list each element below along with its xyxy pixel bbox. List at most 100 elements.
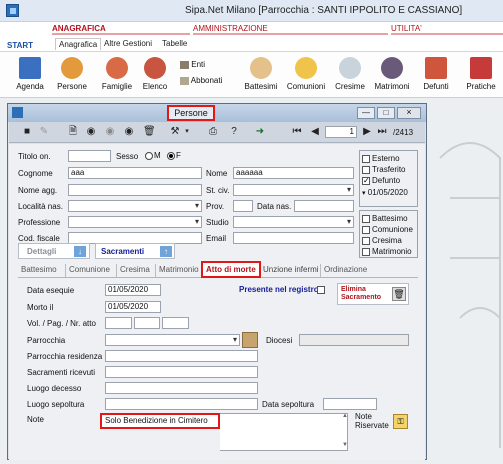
comunione-check[interactable] — [362, 225, 370, 234]
tab-unzione-infermi[interactable]: Unzione infermi — [260, 264, 322, 277]
tab-matrimonio[interactable]: Matrimonio — [155, 264, 202, 277]
chevron-down-icon[interactable]: ▾ — [181, 126, 193, 138]
trasferito-check[interactable] — [362, 165, 370, 174]
parrocchia-residenza-field[interactable] — [105, 350, 258, 362]
presente-registro-checkbox[interactable] — [317, 285, 325, 294]
tab-cresima[interactable]: Cresima — [116, 264, 153, 277]
exit-icon[interactable]: ➜ — [254, 126, 266, 138]
defunto-checkbox[interactable]: Defunto — [362, 176, 400, 185]
record-total: /2413 — [393, 128, 414, 137]
data-esequie-field[interactable]: 01/05/2020 — [105, 284, 161, 296]
tab-altre-gestioni[interactable]: Altre Gestioni — [104, 39, 152, 48]
numero-atto-field[interactable] — [162, 317, 189, 329]
esterno-checkbox[interactable]: Esterno — [362, 154, 400, 163]
prev-record-icon[interactable]: ◀ — [309, 126, 321, 138]
next-record-icon[interactable]: ▶ — [361, 126, 373, 138]
church-lookup-icon[interactable] — [242, 332, 258, 348]
last-record-icon[interactable]: ⏭ — [376, 126, 388, 138]
scroll-up-icon[interactable]: ▲ — [342, 413, 348, 419]
comunioni-button[interactable]: Comunioni — [284, 52, 328, 97]
stato-civile-select[interactable] — [233, 184, 354, 196]
prov-field[interactable] — [233, 200, 253, 212]
enti-button[interactable]: Enti — [180, 58, 230, 72]
luogo-sepoltura-field[interactable] — [105, 398, 258, 410]
tab-battesimo[interactable]: Battesimo — [18, 264, 60, 277]
elimina-sacramento-button[interactable]: Elimina Sacramento 🗑 — [337, 283, 409, 305]
parrocchia-select[interactable] — [105, 334, 240, 346]
cresima-checkbox[interactable]: Cresima — [362, 236, 402, 245]
trasferito-checkbox[interactable]: Trasferito — [362, 165, 406, 174]
minimize-button[interactable]: — — [357, 107, 375, 119]
stop-icon[interactable]: ■ — [21, 126, 33, 138]
sacramenti-ricevuti-field[interactable] — [105, 366, 258, 378]
new-document-icon[interactable]: 🗎 — [67, 126, 79, 138]
note-field[interactable]: Solo Benedizione in Cimitero — [100, 413, 220, 429]
nome-field[interactable]: aaaaaa — [233, 167, 354, 179]
parrocchia-label: Parrocchia — [27, 336, 66, 345]
cresima-check[interactable] — [362, 236, 370, 245]
abbonati-button[interactable]: Abbonati — [180, 74, 230, 88]
elenco-button[interactable]: Elenco — [133, 52, 177, 97]
data-nascita-field[interactable] — [294, 200, 354, 212]
studio-select[interactable] — [233, 216, 354, 228]
sacramenti-button[interactable]: Sacramenti ↑ — [95, 243, 175, 259]
trash-icon: 🗑 — [392, 287, 406, 301]
titolo-label: Titolo on. — [18, 152, 51, 161]
defunti-button[interactable]: Defunti — [414, 52, 458, 97]
maximize-button[interactable]: □ — [377, 107, 395, 119]
lock-icon[interactable]: ⚿ — [393, 414, 408, 429]
battesimo-checkbox[interactable]: Battesimo — [362, 214, 408, 223]
tools-icon[interactable]: ⚒ — [169, 126, 181, 138]
edit-icon[interactable]: ✎ — [38, 126, 50, 138]
note-textarea[interactable] — [220, 413, 348, 451]
help-icon[interactable]: ? — [228, 126, 240, 138]
titolo-field[interactable] — [68, 150, 111, 162]
pagina-field[interactable] — [134, 317, 160, 329]
find-all-icon[interactable]: ◉ — [123, 126, 135, 138]
battesimo-check[interactable] — [362, 214, 370, 223]
volume-field[interactable] — [105, 317, 132, 329]
delete-icon[interactable]: 🗑 — [143, 126, 156, 138]
close-button[interactable]: × — [397, 107, 421, 119]
sesso-m-radio[interactable]: M — [144, 151, 161, 160]
nome-agg-field[interactable] — [68, 184, 202, 196]
cresime-button[interactable]: Cresime — [328, 52, 372, 97]
data-sepoltura-field[interactable] — [323, 398, 377, 410]
tab-tabelle[interactable]: Tabelle — [162, 39, 187, 48]
dettagli-button[interactable]: Dettagli ↓ — [18, 243, 90, 259]
matrimoni-button[interactable]: Matrimoni — [370, 52, 414, 97]
print-icon[interactable]: ⎙ — [207, 126, 219, 138]
tab-ordinazione[interactable]: Ordinazione — [320, 264, 370, 277]
luogo-decesso-field[interactable] — [105, 382, 258, 394]
find-next-icon[interactable]: ◉ — [104, 126, 116, 138]
esterno-label: Esterno — [372, 154, 400, 163]
radio-m[interactable] — [145, 151, 153, 160]
matrimonio-checkbox[interactable]: Matrimonio — [362, 247, 412, 256]
tab-anagrafica[interactable]: Anagrafica — [55, 38, 102, 50]
tab-atto-di-morte[interactable]: Atto di morte — [201, 261, 261, 278]
professione-select[interactable] — [68, 216, 202, 228]
comunione-checkbox[interactable]: Comunione — [362, 225, 413, 234]
studio-label: Studio — [206, 218, 229, 227]
scroll-down-icon[interactable]: ▼ — [342, 442, 348, 448]
tab-comunione[interactable]: Comunione — [65, 264, 113, 277]
morto-il-field[interactable]: 01/05/2020 — [105, 301, 161, 313]
email-field[interactable] — [233, 232, 354, 244]
persone-button[interactable]: Persone — [50, 52, 94, 97]
tab-start[interactable]: START — [7, 41, 33, 50]
radio-f[interactable] — [167, 151, 175, 160]
binoculars-icon[interactable]: ◉ — [85, 126, 97, 138]
agenda-button[interactable]: Agenda — [8, 52, 52, 97]
localita-select[interactable] — [68, 200, 202, 212]
sesso-f-radio[interactable]: F — [166, 151, 181, 160]
record-number-field[interactable]: 1 — [325, 126, 357, 138]
matrimonio-check[interactable] — [362, 247, 370, 256]
defunto-date[interactable]: ▾ 01/05/2020 — [362, 188, 408, 197]
esterno-check[interactable] — [362, 154, 370, 163]
defunto-check[interactable] — [362, 176, 370, 185]
first-record-icon[interactable]: ⏮ — [291, 126, 303, 138]
elimina-sacramento-label: Elimina Sacramento — [341, 286, 382, 301]
battesimi-button[interactable]: Battesimi — [239, 52, 283, 97]
cognome-field[interactable]: aaa — [68, 167, 202, 179]
pratiche-button[interactable]: Pratiche — [459, 52, 503, 97]
